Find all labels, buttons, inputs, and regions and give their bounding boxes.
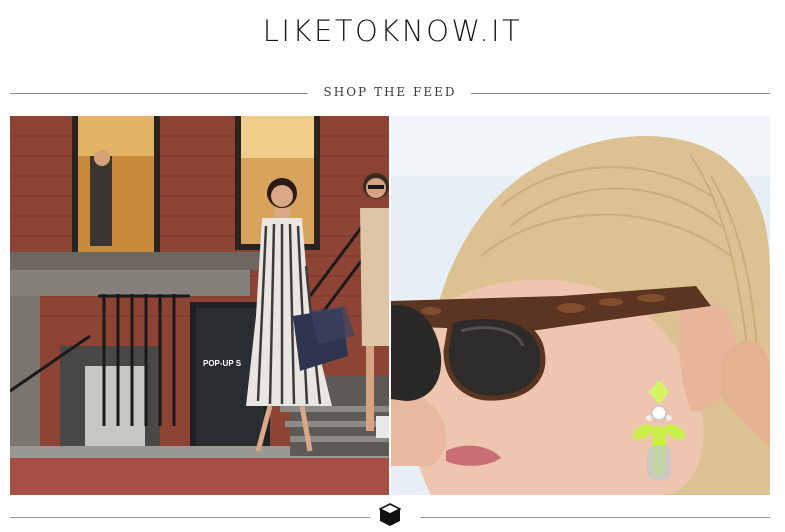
shop-the-feed-heading: SHOP THE FEED xyxy=(323,85,457,99)
sunglasses-earring-closeup-photo xyxy=(391,116,770,495)
feed-item-street-photo[interactable]: POP-UP S xyxy=(10,116,389,495)
footer-divider-left xyxy=(10,517,370,518)
feed-item-sunglasses-photo[interactable] xyxy=(391,116,770,495)
box-icon[interactable] xyxy=(378,503,402,527)
section-divider-left xyxy=(10,93,308,94)
street-shopping-photo: POP-UP S xyxy=(10,116,389,495)
footer-divider-right xyxy=(420,517,770,518)
section-divider-right xyxy=(471,93,770,94)
liketoknow-logo[interactable]: LIKETOKNOW.IT xyxy=(0,14,785,48)
popup-sign-text: POP-UP S xyxy=(203,359,242,368)
